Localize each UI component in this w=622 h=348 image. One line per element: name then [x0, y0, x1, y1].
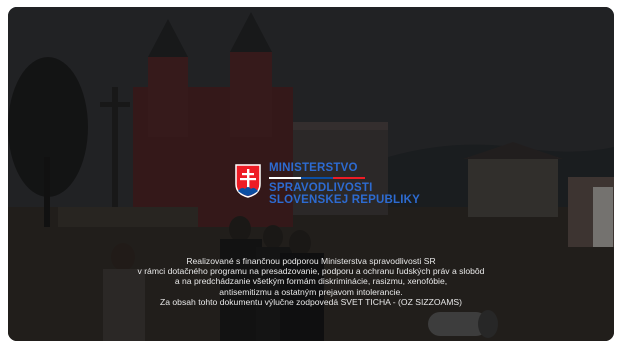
ministry-name-line2: SPRAVODLIVOSTI [269, 182, 373, 195]
ministry-logo: MINISTERSTVO SPRAVODLIVOSTI SLOVENSKEJ R… [235, 162, 420, 206]
funding-credit: Realizované s finančnou podporou Ministe… [8, 256, 614, 307]
flag-stripe [269, 177, 365, 180]
credit-line: a na predchádzanie všetkým formám diskri… [174, 276, 448, 287]
credit-line: Za obsah tohto dokumentu výlučne zodpove… [159, 296, 463, 307]
video-frame[interactable]: MINISTERSTVO SPRAVODLIVOSTI SLOVENSKEJ R… [8, 7, 614, 341]
credit-line: Realizované s finančnou podporou Ministe… [186, 256, 436, 266]
slovak-coat-of-arms-icon [235, 164, 261, 198]
ministry-name-line1: MINISTERSTVO [269, 162, 358, 174]
credit-line: antisemitizmu a ostatným prejavom intole… [219, 286, 403, 297]
credit-line: v rámci dotačného programu na presadzova… [137, 266, 485, 277]
ministry-name-line3: SLOVENSKEJ REPUBLIKY [269, 194, 420, 207]
